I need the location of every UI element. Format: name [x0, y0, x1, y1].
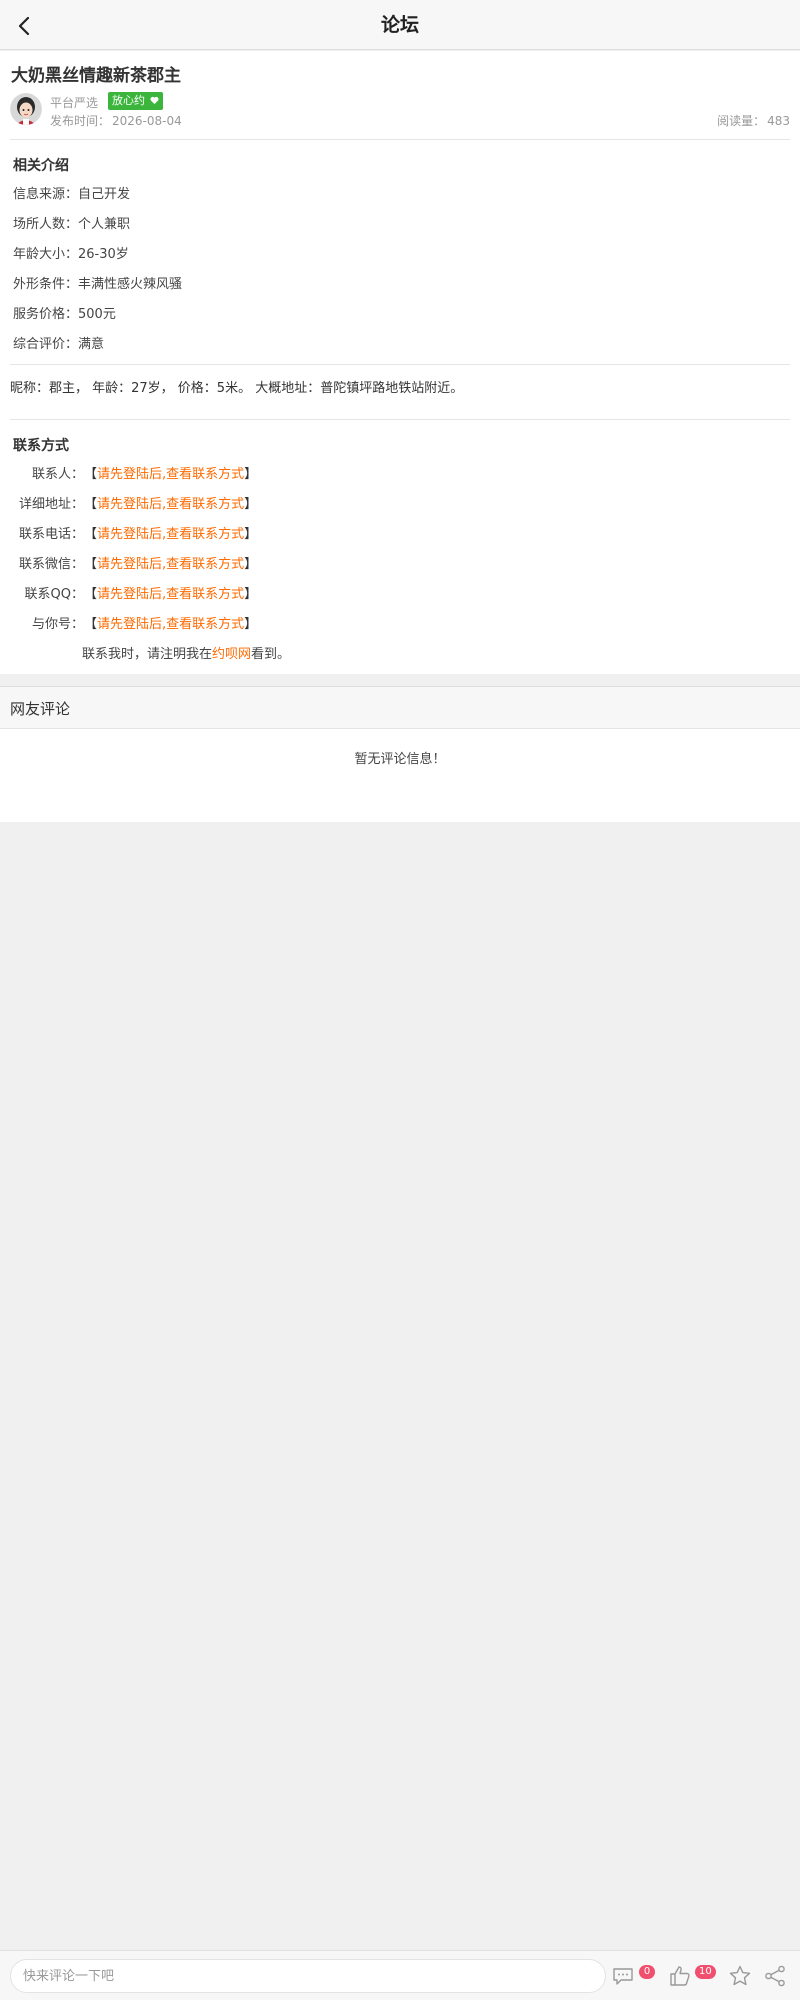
info-value: 个人兼职 [78, 217, 131, 232]
publish-date-label: 发布时间： [50, 114, 111, 128]
info-value: 26-30岁 [78, 247, 129, 262]
share-icon [765, 1965, 785, 1987]
info-label: 年龄大小： [13, 247, 79, 262]
view-count-label: 阅读量： [717, 114, 766, 128]
bracket: 】 [244, 557, 258, 572]
info-label: 外形条件： [13, 277, 79, 292]
bracket: 【 [84, 467, 98, 482]
site-name-link[interactable]: 约呗网 [212, 647, 251, 662]
bracket: 【 [84, 527, 98, 542]
contact-label-phone: 联系电话： [18, 527, 84, 542]
like-count-badge: 10 [695, 1965, 716, 1979]
login-to-view-link[interactable]: 请先登陆后,查看联系方式 [97, 617, 244, 632]
info-label: 服务价格： [13, 307, 79, 322]
info-value: 丰满性感火辣风骚 [78, 277, 183, 292]
comment-count-badge: 0 [639, 1965, 655, 1979]
divider [10, 139, 790, 140]
comment-input[interactable] [10, 1959, 606, 1993]
star-icon [729, 1965, 751, 1986]
top-nav-bar: 论坛 [0, 0, 800, 50]
info-row-headcount: 场所人数：个人兼职 [13, 213, 130, 232]
comments-section: 网友评论 暂无评论信息！ [0, 686, 800, 822]
note-text: 联系我时，请注明我在 [82, 647, 213, 662]
bracket: 】 [244, 497, 258, 512]
view-count-value: 483 [767, 114, 790, 128]
view-count: 阅读量： 483 [717, 112, 790, 129]
share-button[interactable] [763, 1964, 787, 1988]
heart-icon [149, 96, 159, 105]
contact-section-title: 联系方式 [13, 438, 69, 454]
contact-note: 联系我时，请注明我在约呗网看到。 [82, 643, 290, 662]
info-label: 场所人数： [13, 217, 79, 232]
publish-date: 发布时间： 2026-08-04 [50, 112, 182, 129]
bracket: 】 [244, 527, 258, 542]
like-button[interactable] [668, 1964, 692, 1988]
publish-date-value: 2026-08-04 [112, 114, 182, 128]
info-value: 500元 [78, 307, 116, 322]
contact-value: 【请先登陆后,查看联系方式】 [84, 493, 257, 512]
comments-title: 网友评论 [10, 700, 71, 718]
bracket: 】 [244, 467, 258, 482]
comment-icon [613, 1968, 633, 1985]
bracket: 】 [244, 587, 258, 602]
login-to-view-link[interactable]: 请先登陆后,查看联系方式 [97, 557, 244, 572]
article-title: 大奶黑丝情趣新茶郡主 [11, 66, 181, 86]
info-row-age: 年龄大小：26-30岁 [13, 243, 129, 262]
contact-label-address: 详细地址： [18, 497, 84, 512]
contact-value: 【请先登陆后,查看联系方式】 [84, 583, 257, 602]
bottom-action-bar: 0 10 [0, 1950, 800, 2000]
bracket: 【 [84, 617, 98, 632]
info-row-rating: 综合评价：满意 [13, 333, 104, 352]
contact-label-wechat: 联系微信： [18, 557, 84, 572]
author-name: 平台严选 [50, 96, 99, 110]
description-text: 昵称：郡主， 年龄：27岁， 价格：5米。 大概地址：普陀镇坪路地铁站附近。 [10, 381, 464, 396]
article-card: 大奶黑丝情趣新茶郡主 平台严选 放心约 发布时间： 2026-08-04 阅读量：… [0, 51, 800, 674]
avatar-image [10, 93, 42, 125]
login-to-view-link[interactable]: 请先登陆后,查看联系方式 [97, 467, 244, 482]
empty-comments-message: 暂无评论信息！ [354, 752, 446, 767]
bracket: 【 [84, 587, 98, 602]
login-to-view-link[interactable]: 请先登陆后,查看联系方式 [97, 587, 244, 602]
info-row-price: 服务价格：500元 [13, 303, 116, 322]
info-label: 综合评价： [13, 337, 79, 352]
page-title: 论坛 [380, 14, 419, 36]
contact-label-qq: 联系QQ： [24, 587, 84, 602]
bracket: 】 [244, 617, 258, 632]
info-value: 满意 [78, 337, 105, 352]
bracket: 【 [84, 497, 98, 512]
contact-value: 【请先登陆后,查看联系方式】 [84, 523, 257, 542]
intro-section-title: 相关介绍 [13, 158, 69, 174]
comment-button[interactable] [611, 1964, 635, 1988]
login-to-view-link[interactable]: 请先登陆后,查看联系方式 [97, 527, 244, 542]
divider [10, 364, 790, 365]
login-to-view-link[interactable]: 请先登陆后,查看联系方式 [97, 497, 244, 512]
thumbs-up-icon [670, 1966, 690, 1986]
info-row-appearance: 外形条件：丰满性感火辣风骚 [13, 273, 182, 292]
info-label: 信息来源： [13, 187, 79, 202]
favorite-button[interactable] [728, 1964, 752, 1988]
badge-label: 放心约 [112, 94, 145, 107]
contact-value: 【请先登陆后,查看联系方式】 [84, 613, 257, 632]
info-value: 自己开发 [78, 187, 131, 202]
comments-header: 网友评论 [0, 687, 800, 729]
bracket: 【 [84, 557, 98, 572]
contact-label-other: 与你号： [31, 617, 84, 632]
avatar[interactable] [10, 93, 42, 125]
note-text: 看到。 [251, 647, 291, 662]
contact-label-person: 联系人： [31, 467, 84, 482]
contact-value: 【请先登陆后,查看联系方式】 [84, 463, 257, 482]
info-row-source: 信息来源：自己开发 [13, 183, 130, 202]
contact-value: 【请先登陆后,查看联系方式】 [84, 553, 257, 572]
divider [10, 419, 790, 420]
trust-badge: 放心约 [108, 92, 163, 110]
